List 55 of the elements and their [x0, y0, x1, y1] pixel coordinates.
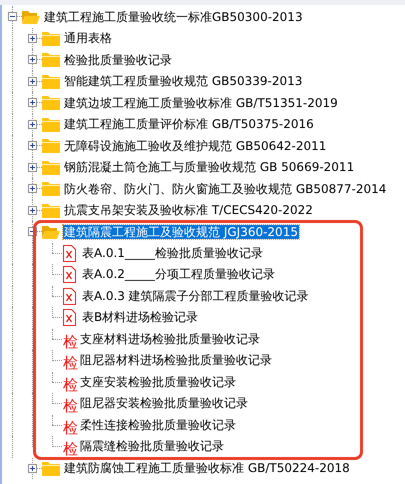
expand-icon[interactable] — [28, 162, 37, 172]
tree-item-label[interactable]: 阻尼器材料进场检验批质量验收记录 — [80, 353, 272, 368]
folder-icon — [42, 74, 60, 89]
open-folder-icon — [22, 9, 40, 24]
tree-item-label[interactable]: 建筑隔震工程施工及验收规范 JGJ360-2015 — [63, 224, 299, 239]
tree-item-label[interactable]: 阻尼器安装检验批质量验收记录 — [80, 396, 248, 412]
tree-item-label[interactable]: 防火卷帘、防火门、防火窗施工及验收规范 GB50877-2014 — [63, 182, 388, 196]
inspection-badge-icon: 检 — [63, 378, 78, 393]
x-document-icon — [63, 288, 76, 305]
tree-item-label[interactable]: 表B材料进场检验记录 — [82, 310, 198, 326]
folder-icon — [42, 30, 60, 46]
expand-icon[interactable] — [28, 184, 37, 194]
tree-item-label[interactable]: 表A.0.3 建筑隔震子分部工程质量验收记录 — [82, 288, 309, 304]
expand-icon[interactable] — [28, 76, 37, 86]
tree-item-label[interactable]: 无障碍设施施工验收及维护规范 GB50642-2011 — [63, 138, 328, 153]
folder-icon — [42, 181, 60, 196]
inspection-badge-icon: 检 — [63, 420, 78, 436]
expand-icon[interactable] — [28, 141, 37, 150]
tree-item-label[interactable]: 支座材料进场检验批质量验收记录 — [80, 332, 260, 347]
expand-icon[interactable] — [28, 55, 37, 64]
tree-item-label[interactable]: 建筑边坡工程施工质量验收标准 GB/T51351-2019 — [63, 96, 339, 110]
tree-item-label[interactable]: 建筑工程施工质量评价标准 GB/T50375-2016 — [63, 117, 315, 132]
folder-icon — [42, 138, 60, 154]
x-document-icon — [63, 266, 76, 284]
tree-item-label[interactable]: 柔性连接检验批质量验收记录 — [80, 418, 236, 433]
expand-icon[interactable] — [28, 464, 37, 473]
folder-icon — [42, 95, 60, 110]
inspection-badge-icon: 检 — [63, 356, 78, 372]
open-folder-icon — [42, 224, 60, 240]
folder-icon — [42, 116, 60, 132]
tree-item-label[interactable]: 建筑防腐蚀工程施工质量验收标准 GB/T50224-2018 — [63, 461, 351, 476]
folder-icon — [42, 202, 60, 218]
tree-item-label[interactable]: 隔震缝检验批质量验收记录 — [80, 439, 224, 454]
folder-icon — [42, 160, 60, 175]
folder-icon — [42, 52, 60, 68]
tree-item-label[interactable]: 表A.0.1_____检验批质量验收记录 — [82, 246, 263, 261]
x-document-icon — [63, 309, 76, 326]
tree-item-label[interactable]: 检验批质量验收记录 — [63, 52, 173, 67]
expand-icon[interactable] — [28, 34, 37, 43]
tree-item-label[interactable]: 支座安装检验批质量验收记录 — [80, 374, 236, 390]
inspection-badge-icon: 检 — [63, 334, 78, 350]
expand-icon[interactable] — [28, 120, 37, 129]
tree-item-label[interactable]: 钢筋混凝土筒仓施工与质量验收规范 GB 50669-2011 — [63, 160, 356, 174]
inspection-badge-icon: 检 — [63, 442, 78, 458]
tree-item-label[interactable]: 抗震支吊架安装及验收标准 T/CECS420-2022 — [63, 203, 314, 218]
collapse-icon[interactable] — [8, 12, 17, 22]
tree-item-label[interactable]: 通用表格 — [63, 31, 113, 46]
expand-icon[interactable] — [28, 98, 37, 108]
folder-icon — [42, 460, 60, 476]
tree-item-label[interactable]: 表A.0.2_____分项工程质量验收记录 — [82, 267, 275, 282]
x-document-icon — [63, 244, 76, 262]
tree-item-label[interactable]: 智能建筑工程质量验收规范 GB50339-2013 — [63, 74, 304, 88]
expand-icon[interactable] — [28, 206, 37, 215]
tree-item-label[interactable]: 建筑工程施工质量验收统一标准GB50300-2013 — [43, 10, 304, 24]
inspection-badge-icon: 检 — [63, 399, 78, 414]
